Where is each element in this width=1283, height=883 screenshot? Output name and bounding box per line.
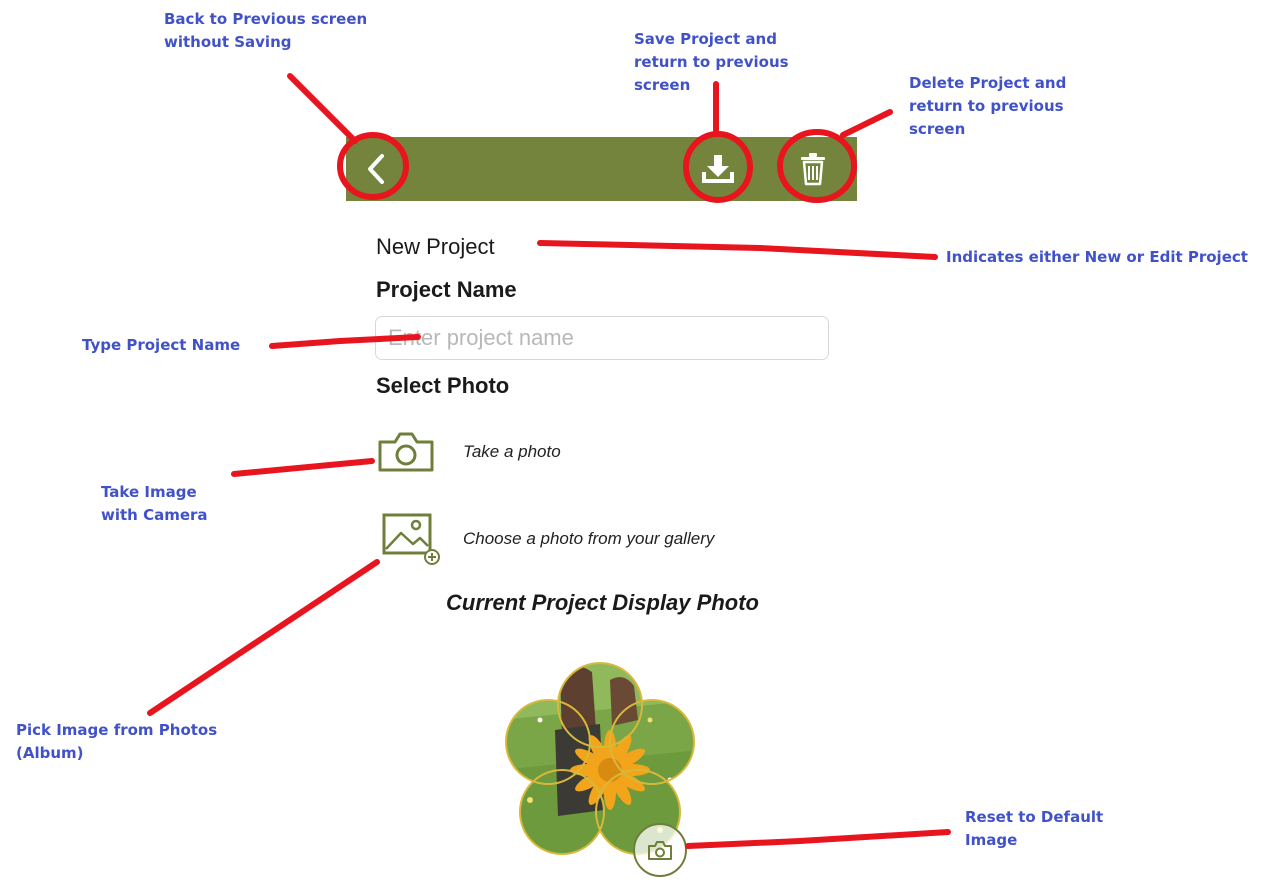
take-photo-label[interactable]: Take a photo [463, 442, 561, 462]
reset-annotation-line [685, 829, 951, 849]
delete-button[interactable] [785, 137, 841, 201]
page-title: New Project [376, 234, 495, 259]
annotation-name: Type Project Name [82, 336, 241, 354]
annotation-title: Indicates either New or Edit Project [946, 248, 1248, 266]
delete-annotation-line [840, 109, 893, 138]
annotation-album: Pick Image from Photos (Album) [16, 721, 218, 762]
select-photo-label: Select Photo [376, 373, 510, 398]
current-photo-heading: Current Project Display Photo [446, 590, 759, 615]
project-name-input[interactable] [375, 316, 829, 360]
camera-annotation-line [231, 458, 375, 477]
save-button[interactable] [690, 137, 746, 201]
take-photo-option[interactable]: Take a photo [376, 424, 561, 480]
chevron-left-icon [368, 154, 384, 184]
download-icon [702, 155, 734, 183]
annotation-reset: Reset to Default Image [965, 808, 1104, 849]
annotation-camera: Take Image with Camera [101, 483, 208, 524]
album-annotation-line [147, 559, 380, 716]
annotation-delete: Delete Project and return to previous sc… [909, 74, 1067, 138]
title-annotation-line [537, 240, 938, 260]
project-name-label: Project Name [376, 277, 517, 302]
camera-icon[interactable] [376, 424, 446, 480]
gallery-label[interactable]: Choose a photo from your gallery [463, 529, 714, 549]
back-annotation-line [287, 73, 358, 144]
reset-image-button[interactable] [632, 822, 688, 878]
annotation-save: Save Project and return to previous scre… [634, 30, 789, 94]
trash-icon [801, 153, 825, 186]
top-toolbar [346, 137, 857, 201]
camera-icon [633, 823, 687, 877]
annotation-back: Back to Previous screen without Saving [164, 10, 368, 51]
gallery-icon[interactable] [376, 511, 446, 567]
back-button[interactable] [346, 137, 406, 201]
gallery-option[interactable]: Choose a photo from your gallery [376, 511, 714, 567]
